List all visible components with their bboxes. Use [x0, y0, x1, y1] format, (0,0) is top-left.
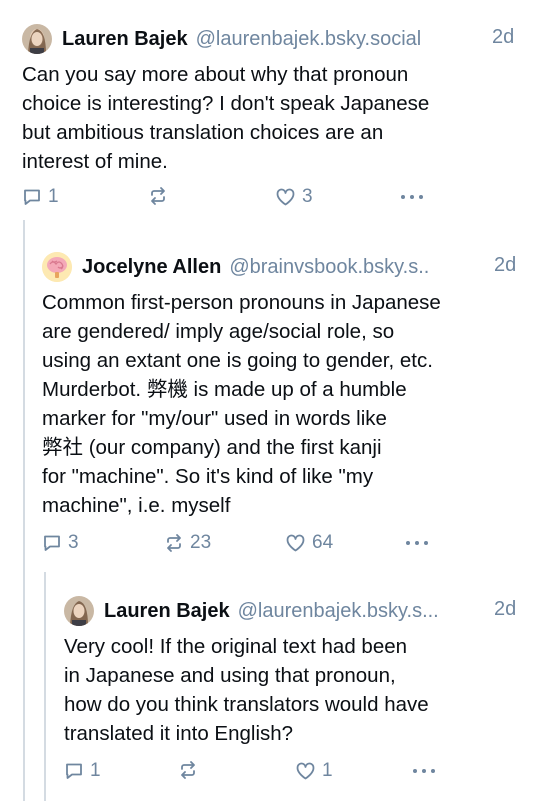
like-button[interactable]: 3 — [275, 186, 313, 208]
like-count: 3 — [302, 186, 313, 207]
like-count: 1 — [322, 760, 333, 781]
reply-button[interactable]: 1 — [64, 760, 101, 782]
more-icon — [413, 769, 435, 773]
author-handle[interactable]: @brainvsbook.bsky.s.. — [229, 254, 429, 280]
reply-count: 1 — [48, 186, 59, 207]
more-button[interactable] — [405, 532, 429, 552]
avatar[interactable] — [22, 24, 52, 54]
reply-button[interactable]: 3 — [42, 532, 79, 554]
more-icon — [406, 541, 428, 545]
repost-count: 23 — [190, 532, 212, 553]
author-handle[interactable]: @laurenbajek.bsky.s... — [238, 598, 439, 624]
author-name[interactable]: Lauren Bajek — [62, 26, 188, 52]
reply-icon — [44, 535, 60, 551]
more-button[interactable] — [412, 760, 436, 780]
post-time[interactable]: 2d — [494, 254, 516, 277]
post-time[interactable]: 2d — [494, 598, 516, 621]
like-button[interactable]: 1 — [295, 760, 333, 782]
post-text: Very cool! If the original text had been… — [64, 635, 429, 745]
post-text: Can you say more about why that pronoun … — [22, 63, 430, 173]
more-icon — [401, 195, 423, 199]
like-count: 64 — [312, 532, 334, 553]
repost-icon — [181, 761, 195, 779]
heart-icon — [296, 762, 315, 780]
heart-icon — [276, 188, 295, 206]
reply-icon — [24, 189, 40, 205]
repost-button[interactable]: 23 — [164, 532, 211, 554]
author-name[interactable]: Jocelyne Allen — [82, 254, 221, 280]
author-name[interactable]: Lauren Bajek — [104, 598, 230, 624]
like-button[interactable]: 64 — [285, 532, 333, 554]
thread-line — [23, 220, 25, 801]
reply-count: 1 — [90, 760, 101, 781]
post-text: Common first-person pronouns in Japanese… — [42, 291, 441, 517]
reply-count: 3 — [68, 532, 79, 553]
post-time[interactable]: 2d — [492, 26, 514, 49]
avatar[interactable] — [64, 596, 94, 626]
repost-icon — [151, 187, 165, 205]
repost-button[interactable] — [178, 760, 198, 780]
post-header: Jocelyne Allen @brainvsbook.bsky.s.. — [42, 252, 522, 282]
reply-button[interactable]: 1 — [22, 186, 59, 208]
post-header: Lauren Bajek @laurenbajek.bsky.social — [22, 24, 522, 54]
reply-icon — [66, 763, 82, 779]
thread-line — [44, 572, 46, 801]
more-button[interactable] — [400, 186, 424, 206]
post-header: Lauren Bajek @laurenbajek.bsky.s... — [64, 596, 524, 626]
avatar[interactable] — [42, 252, 72, 282]
author-handle[interactable]: @laurenbajek.bsky.social — [196, 26, 422, 52]
heart-icon — [286, 534, 305, 552]
repost-icon — [167, 534, 181, 552]
repost-button[interactable] — [148, 186, 168, 206]
